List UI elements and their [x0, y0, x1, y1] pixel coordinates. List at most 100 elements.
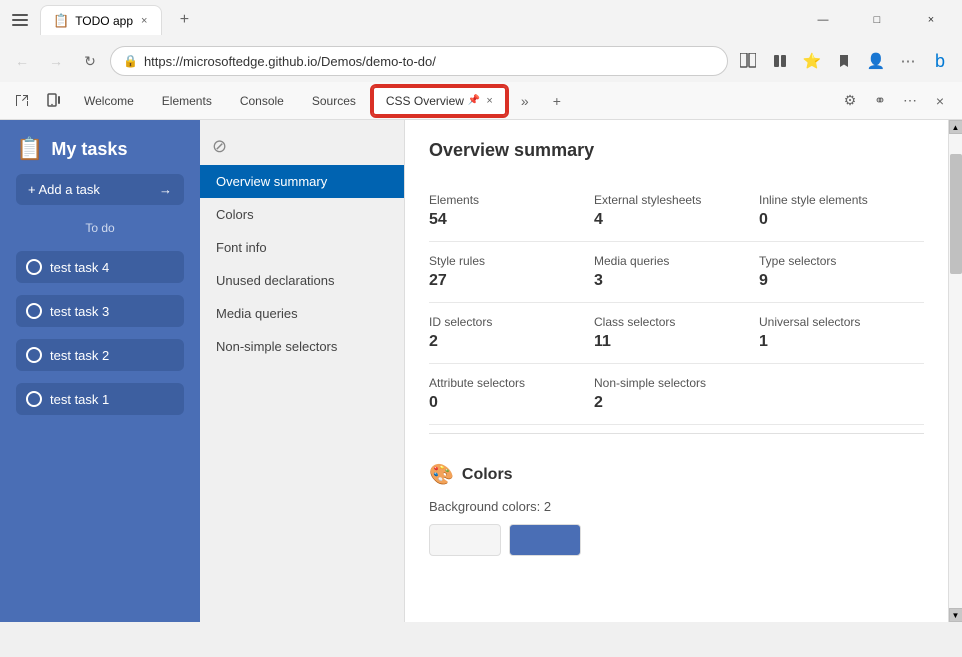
devtools-content: ⊘ Overview summary Colors Font info Unus…: [200, 120, 962, 622]
app-title-icon: 📋: [16, 136, 43, 162]
right-scrollbar[interactable]: ▲ ▼: [948, 120, 962, 622]
close-button[interactable]: ×: [908, 5, 954, 35]
no-recordings-icon: ⊘: [212, 136, 227, 156]
more-devtools-tabs-button[interactable]: »: [511, 87, 539, 115]
colors-section: 🎨 Colors Background colors: 2: [429, 450, 924, 556]
browser-tab[interactable]: 📋 TODO app ×: [40, 5, 162, 35]
devtools-tab-welcome[interactable]: Welcome: [72, 86, 146, 116]
devtools-tab-elements[interactable]: Elements: [150, 86, 224, 116]
app-title-text: My tasks: [51, 139, 127, 160]
palette-icon: 🎨: [429, 462, 454, 487]
add-task-arrow: →: [159, 182, 172, 197]
add-task-label: + Add a task: [28, 182, 100, 197]
color-swatches: [429, 524, 924, 556]
close-tab-button[interactable]: ×: [139, 13, 149, 29]
forward-button[interactable]: →: [42, 47, 70, 75]
tab-label: TODO app: [75, 14, 133, 28]
nav-item-unused-declarations[interactable]: Unused declarations: [200, 264, 404, 297]
pin-icon: 📌: [468, 95, 480, 106]
reading-view-icon[interactable]: [766, 47, 794, 75]
stat-external-stylesheets: External stylesheets 4: [594, 181, 759, 242]
section-divider: [429, 433, 924, 434]
title-bar: 📋 TODO app × + — □ ×: [0, 0, 962, 40]
task-label-1: test task 1: [50, 392, 109, 407]
section-title: To do: [16, 221, 184, 235]
task-label-2: test task 2: [50, 348, 109, 363]
stat-style-rules: Style rules 27: [429, 242, 594, 303]
color-swatch-2[interactable]: [509, 524, 581, 556]
overview-panel: Overview summary Elements 54 External st…: [405, 120, 948, 622]
nav-item-colors[interactable]: Colors: [200, 198, 404, 231]
task-item-2[interactable]: test task 2: [16, 339, 184, 371]
close-devtools-tab-button[interactable]: ×: [486, 95, 492, 107]
nav-item-overview-summary[interactable]: Overview summary: [200, 165, 404, 198]
task-checkbox-1[interactable]: [26, 391, 42, 407]
stats-grid: Elements 54 External stylesheets 4 Inlin…: [429, 181, 924, 425]
stat-universal-selectors: Universal selectors 1: [759, 303, 924, 364]
stat-id-selectors: ID selectors 2: [429, 303, 594, 364]
devtools-right-icons: ⚙ ⚭ ⋯ ×: [836, 87, 954, 115]
bing-icon[interactable]: b: [926, 47, 954, 75]
task-item-3[interactable]: test task 3: [16, 295, 184, 327]
url-bar[interactable]: 🔒 https://microsoftedge.github.io/Demos/…: [110, 46, 728, 76]
minimize-button[interactable]: —: [800, 5, 846, 35]
no-icon-bar: ⊘: [200, 128, 404, 165]
add-task-button[interactable]: + Add a task →: [16, 174, 184, 205]
stat-non-simple-selectors: Non-simple selectors 2: [594, 364, 759, 425]
new-tab-button[interactable]: +: [170, 6, 198, 34]
colors-section-title: Colors: [462, 466, 513, 484]
task-checkbox-2[interactable]: [26, 347, 42, 363]
main-layout: 📋 My tasks + Add a task → To do test tas…: [0, 120, 962, 622]
extensions-icon[interactable]: ⋯: [894, 47, 922, 75]
devtools-connect-button[interactable]: ⚭: [866, 87, 894, 115]
nav-item-non-simple-selectors[interactable]: Non-simple selectors: [200, 330, 404, 363]
scrollbar-track: [949, 134, 962, 608]
maximize-button[interactable]: □: [854, 5, 900, 35]
task-item-4[interactable]: test task 4: [16, 251, 184, 283]
task-checkbox-3[interactable]: [26, 303, 42, 319]
scrollbar-down-button[interactable]: ▼: [949, 608, 962, 622]
toolbar-icons: ⭐ 👤 ⋯ b: [734, 47, 954, 75]
lock-icon: 🔒: [123, 54, 138, 68]
devtools-more-button[interactable]: ⋯: [896, 87, 924, 115]
task-label-3: test task 3: [50, 304, 109, 319]
stat-empty: [759, 364, 924, 425]
stat-type-selectors: Type selectors 9: [759, 242, 924, 303]
title-bar-left: [8, 8, 32, 32]
color-swatch-1[interactable]: [429, 524, 501, 556]
address-bar: ← → ↻ 🔒 https://microsoftedge.github.io/…: [0, 40, 962, 82]
task-label-4: test task 4: [50, 260, 109, 275]
devtools-tab-console[interactable]: Console: [228, 86, 296, 116]
devtools-bar: Welcome Elements Console Sources CSS Ove…: [0, 82, 962, 120]
favorites-icon[interactable]: ⭐: [798, 47, 826, 75]
stat-class-selectors: Class selectors 11: [594, 303, 759, 364]
scrollbar-up-button[interactable]: ▲: [949, 120, 962, 134]
devtools-inspect-icon[interactable]: [8, 87, 36, 115]
nav-item-media-queries[interactable]: Media queries: [200, 297, 404, 330]
devtools-tab-css-overview[interactable]: CSS Overview 📌 ×: [372, 86, 507, 116]
split-screen-icon[interactable]: [734, 47, 762, 75]
add-devtools-tab-button[interactable]: +: [543, 87, 571, 115]
stat-media-queries: Media queries 3: [594, 242, 759, 303]
stat-inline-style-elements: Inline style elements 0: [759, 181, 924, 242]
url-text: https://microsoftedge.github.io/Demos/de…: [144, 54, 436, 69]
colors-header: 🎨 Colors: [429, 462, 924, 487]
devtools-device-icon[interactable]: [40, 87, 68, 115]
sidebar-toggle-icon[interactable]: [8, 8, 32, 32]
devtools-settings-button[interactable]: ⚙: [836, 87, 864, 115]
task-item-1[interactable]: test task 1: [16, 383, 184, 415]
devtools-tab-sources[interactable]: Sources: [300, 86, 368, 116]
devtools-close-button[interactable]: ×: [926, 87, 954, 115]
nav-item-font-info[interactable]: Font info: [200, 231, 404, 264]
stat-attribute-selectors: Attribute selectors 0: [429, 364, 594, 425]
stat-elements: Elements 54: [429, 181, 594, 242]
refresh-button[interactable]: ↻: [76, 47, 104, 75]
app-sidebar: 📋 My tasks + Add a task → To do test tas…: [0, 120, 200, 622]
task-checkbox-4[interactable]: [26, 259, 42, 275]
css-overview-nav: ⊘ Overview summary Colors Font info Unus…: [200, 120, 405, 622]
collections-icon[interactable]: [830, 47, 858, 75]
scrollbar-thumb[interactable]: [950, 154, 962, 274]
back-button[interactable]: ←: [8, 47, 36, 75]
profile-icon[interactable]: 👤: [862, 47, 890, 75]
app-title: 📋 My tasks: [16, 136, 184, 162]
